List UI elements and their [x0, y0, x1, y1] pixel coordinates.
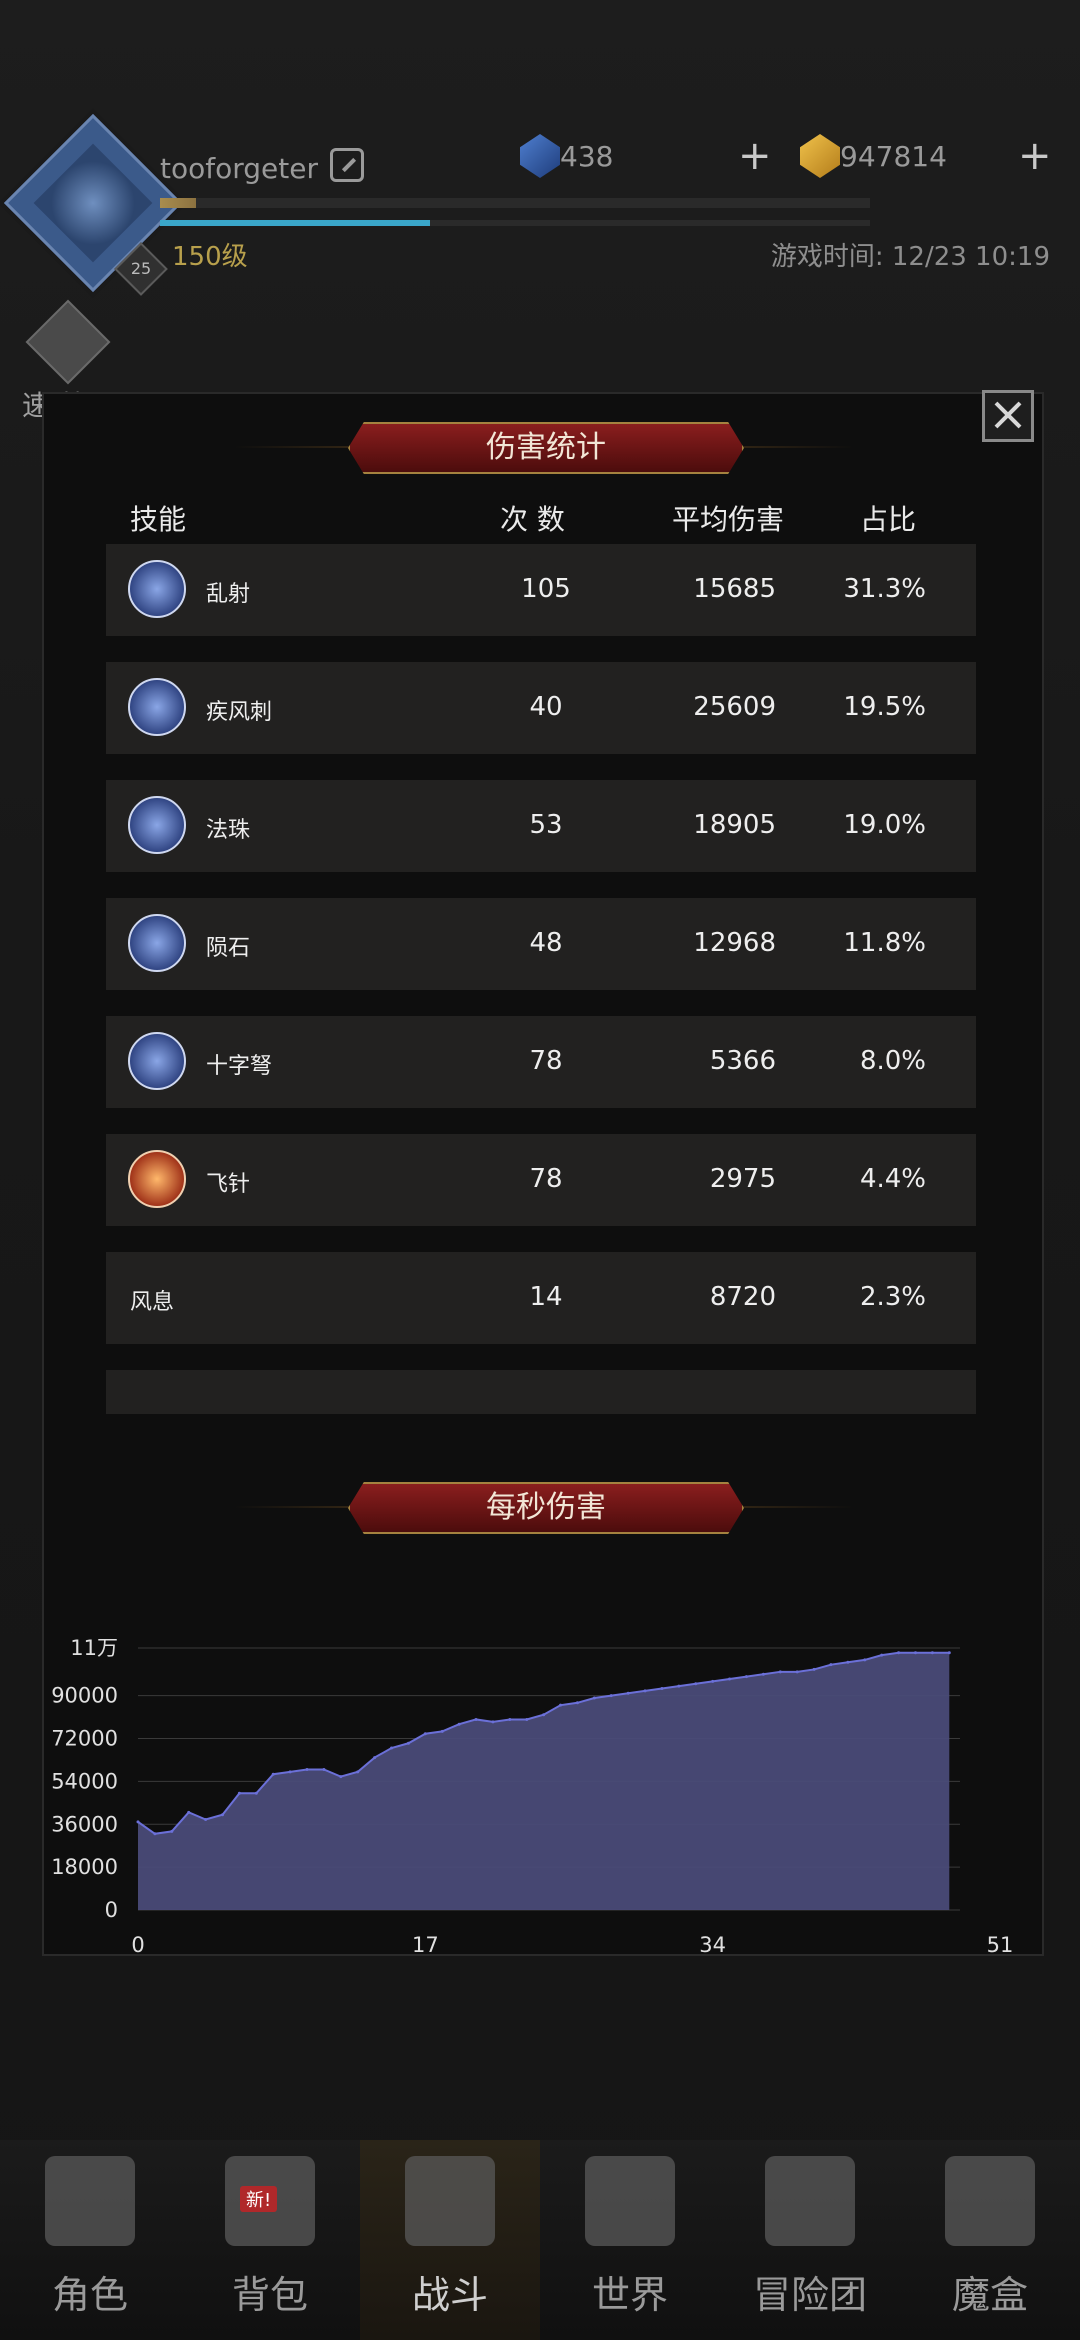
dps-point: [744, 1675, 748, 1679]
nav-item-castle[interactable]: 冒险团: [720, 2140, 900, 2340]
nav-label: 背包: [231, 2273, 308, 2317]
dps-point: [170, 1829, 174, 1833]
dps-point: [204, 1817, 208, 1821]
y-tick-label: 90000: [51, 1684, 118, 1708]
dps-point: [778, 1670, 782, 1674]
y-tick-label: 11万: [70, 1636, 118, 1660]
x-tick-label: 51: [987, 1933, 1014, 1957]
dps-point: [795, 1670, 799, 1674]
y-tick-label: 54000: [51, 1769, 118, 1793]
dps-point: [440, 1729, 444, 1733]
x-tick-label: 0: [131, 1933, 144, 1957]
dps-point: [559, 1703, 563, 1707]
dps-point: [761, 1672, 765, 1676]
dps-point: [711, 1679, 715, 1683]
nav-item-magic-box[interactable]: 魔盒: [900, 2140, 1080, 2340]
nav-label: 冒险团: [752, 2273, 867, 2317]
dps-point: [829, 1663, 833, 1667]
dps-point: [288, 1770, 292, 1774]
dps-point: [423, 1732, 427, 1736]
bottom-nav: 角色 新! 背包 战斗 世界 冒险团 魔盒: [0, 2140, 1080, 2340]
dps-point: [913, 1651, 917, 1655]
castle-icon: [765, 2156, 855, 2246]
dps-point: [508, 1717, 512, 1721]
dps-point: [136, 1820, 140, 1824]
dps-point: [237, 1791, 241, 1795]
new-badge: 新!: [240, 2186, 278, 2212]
dps-point: [728, 1677, 732, 1681]
dps-point: [356, 1770, 360, 1774]
nav-item-helmet[interactable]: 角色: [0, 2140, 180, 2340]
dps-point: [643, 1689, 647, 1693]
nav-label: 战斗: [411, 2273, 488, 2317]
nav-item-map-scroll[interactable]: 世界: [540, 2140, 720, 2340]
nav-label: 魔盒: [951, 2273, 1028, 2317]
y-tick-label: 18000: [51, 1855, 118, 1879]
dps-point: [947, 1651, 951, 1655]
dps-point: [677, 1684, 681, 1688]
dps-point: [930, 1651, 934, 1655]
nav-item-sword-shield[interactable]: 战斗: [360, 2140, 540, 2340]
dps-point: [897, 1651, 901, 1655]
nav-label: 世界: [591, 2273, 668, 2317]
dps-point: [812, 1667, 816, 1671]
sword-shield-icon: [405, 2156, 495, 2246]
dps-point: [660, 1686, 664, 1690]
dps-chart: 0 18000 36000 54000 72000 90000 11万 0 17 34 51: [51, 1636, 1014, 1957]
x-tick-label: 34: [699, 1933, 726, 1957]
dps-point: [153, 1832, 157, 1836]
y-tick-label: 36000: [51, 1812, 118, 1836]
dps-point: [322, 1767, 326, 1771]
dps-point: [406, 1741, 410, 1745]
dps-point: [254, 1791, 258, 1795]
dps-point: [542, 1713, 546, 1717]
dps-point: [626, 1691, 630, 1695]
dps-point: [187, 1810, 191, 1814]
dps-point: [457, 1722, 461, 1726]
dps-point: [609, 1694, 613, 1698]
dps-point: [305, 1767, 309, 1771]
dps-point: [271, 1772, 275, 1776]
dps-point: [491, 1720, 495, 1724]
dps-point: [863, 1658, 867, 1662]
dps-point: [575, 1701, 579, 1705]
dps-point: [474, 1717, 478, 1721]
map-scroll-icon: [585, 2156, 675, 2246]
x-tick-label: 17: [412, 1933, 439, 1957]
y-tick-label: 72000: [51, 1727, 118, 1751]
dps-point: [525, 1717, 529, 1721]
nav-item-backpack[interactable]: 新! 背包: [180, 2140, 360, 2340]
helmet-icon: [45, 2156, 135, 2246]
nav-label: 角色: [51, 2273, 128, 2317]
dps-point: [221, 1813, 225, 1817]
dps-point: [390, 1746, 394, 1750]
dps-point: [880, 1653, 884, 1657]
y-tick-label: 0: [105, 1898, 118, 1922]
magic-box-icon: [945, 2156, 1035, 2246]
dps-point: [592, 1696, 596, 1700]
dps-point: [339, 1775, 343, 1779]
dps-point: [373, 1756, 377, 1760]
dps-point: [846, 1660, 850, 1664]
dps-point: [694, 1682, 698, 1686]
